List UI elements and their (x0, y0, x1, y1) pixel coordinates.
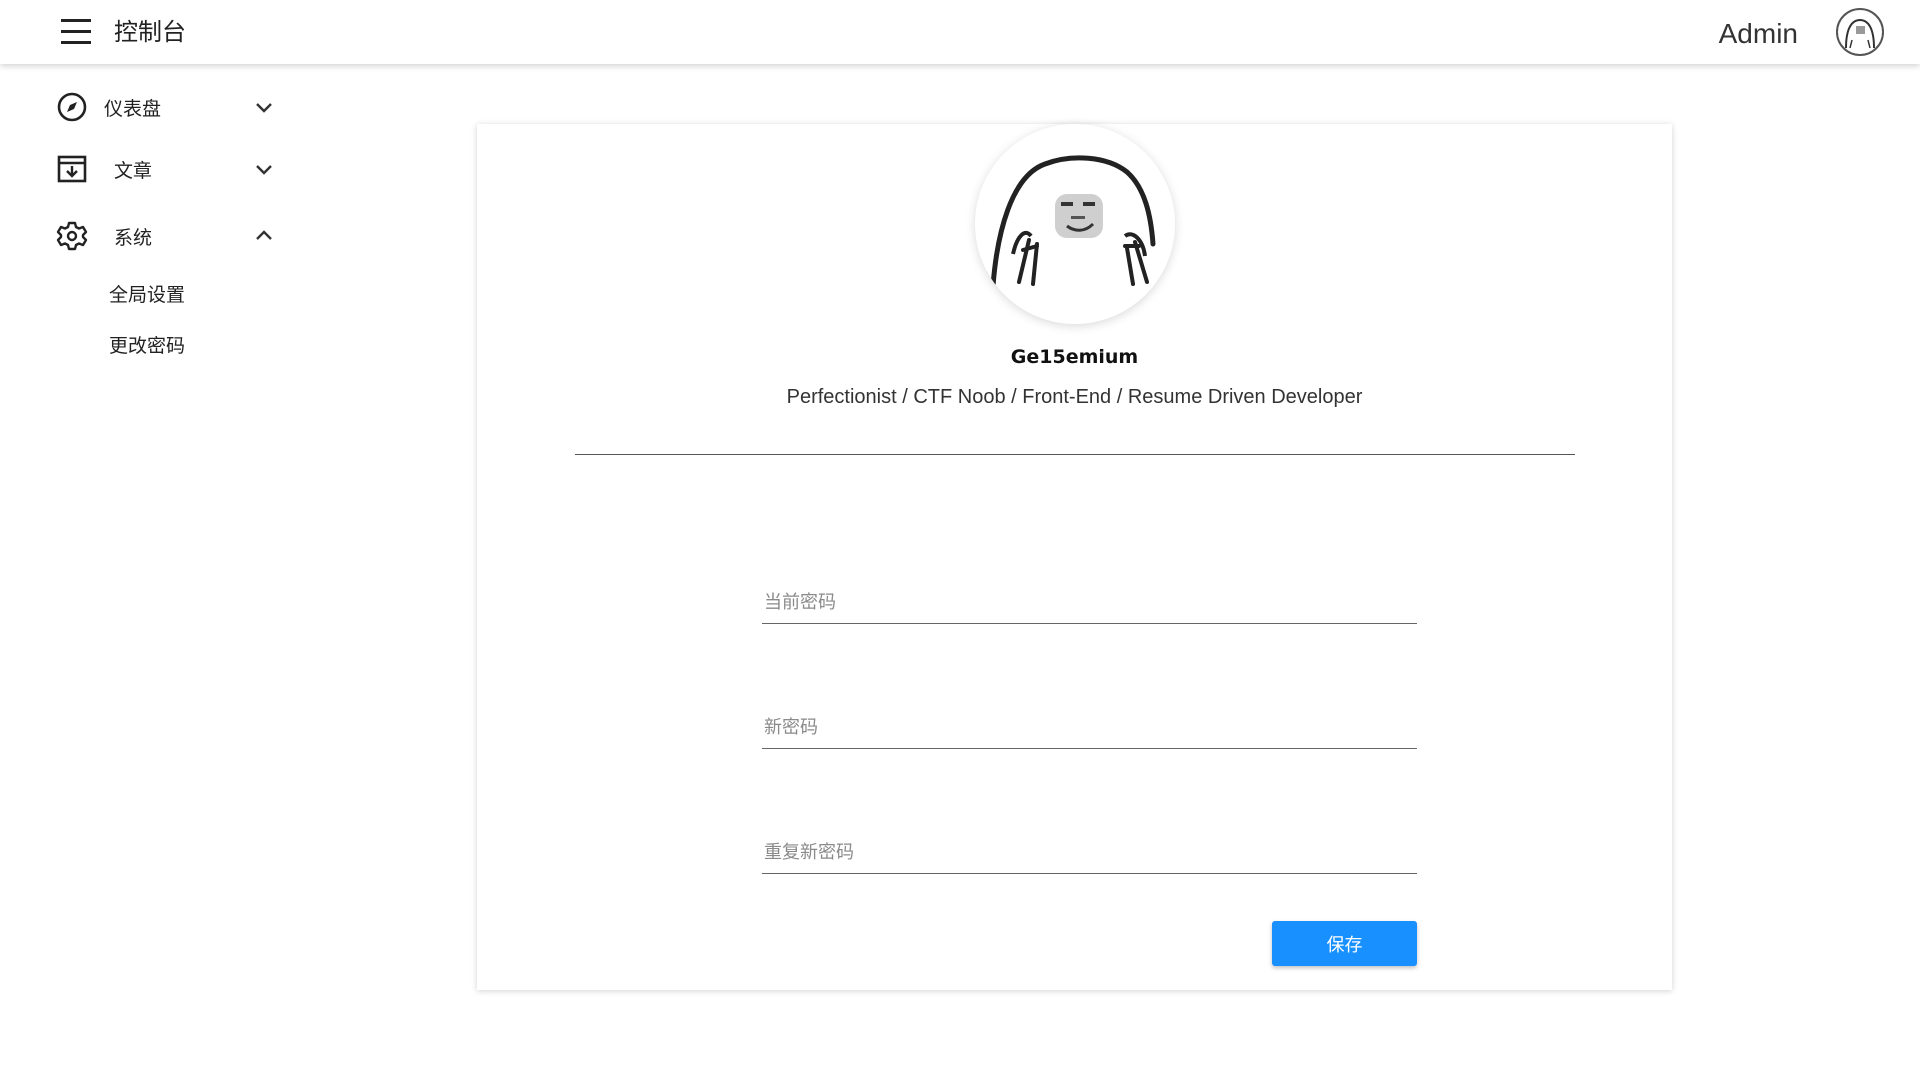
chevron-up-icon[interactable] (252, 224, 276, 248)
save-button[interactable]: 保存 (1272, 921, 1417, 966)
sidebar-item-label: 文章 (114, 159, 153, 182)
profile-name: Ge15emium (1010, 346, 1139, 368)
new-password-field (762, 689, 1417, 749)
current-password-field (762, 564, 1417, 624)
change-password-card: Ge15emium Perfectionist / CTF Noob / Fro… (477, 124, 1672, 990)
current-password-input[interactable] (762, 588, 1417, 617)
top-app-bar: 控制台 Admin (0, 0, 1920, 64)
profile-bio: Perfectionist / CTF Noob / Front-End / R… (786, 386, 1363, 408)
archive-icon (56, 153, 88, 185)
hamburger-menu-icon[interactable] (56, 14, 96, 50)
sidebar: 仪表盘 文章 系统 全局设置 更改密码 (0, 64, 300, 1080)
profile-avatar (975, 124, 1175, 324)
sidebar-item-system[interactable]: 系统 (56, 212, 276, 260)
app-title: 控制台 (114, 18, 186, 46)
chevron-down-icon[interactable] (252, 95, 276, 119)
repeat-password-input[interactable] (762, 838, 1417, 867)
chevron-down-icon[interactable] (252, 157, 276, 181)
new-password-input[interactable] (762, 713, 1417, 742)
user-avatar[interactable] (1836, 8, 1884, 56)
sidebar-subitem-change-password[interactable]: 更改密码 (109, 331, 185, 361)
sidebar-subitem-global-settings[interactable]: 全局设置 (109, 280, 185, 310)
gear-icon (56, 220, 88, 252)
user-name[interactable]: Admin (1719, 16, 1798, 52)
repeat-password-field (762, 814, 1417, 874)
sidebar-item-dashboard[interactable]: 仪表盘 (56, 83, 276, 131)
sidebar-item-articles[interactable]: 文章 (56, 145, 276, 193)
divider (575, 454, 1575, 455)
sidebar-item-label: 系统 (114, 226, 153, 249)
compass-icon (56, 91, 88, 123)
sidebar-item-label: 仪表盘 (104, 97, 162, 120)
